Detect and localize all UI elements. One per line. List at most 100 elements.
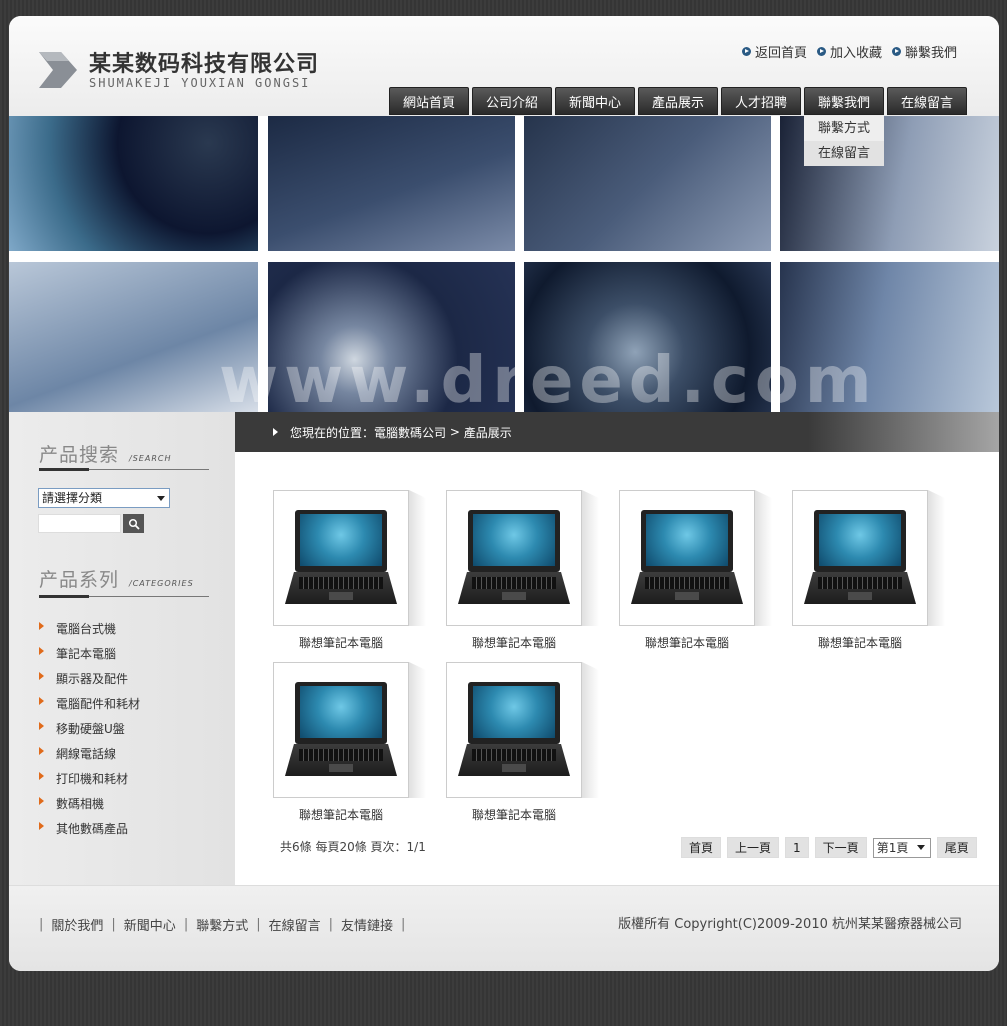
product-card[interactable]: 聯想筆記本電腦 bbox=[273, 662, 426, 822]
nav-item-home[interactable]: 網站首頁 bbox=[389, 87, 469, 115]
nav-item-about[interactable]: 公司介紹 bbox=[472, 87, 552, 115]
category-item[interactable]: 筆記本電腦 bbox=[39, 641, 140, 666]
banner-tile-headphones bbox=[9, 116, 258, 251]
page-frame: 某某数码科技有限公司 SHUMAKEJI YOUXIAN GONGSI 返回首頁… bbox=[9, 16, 999, 971]
arrow-bullet-icon bbox=[39, 821, 44, 830]
category-item[interactable]: 其他數碼產品 bbox=[39, 816, 140, 841]
section-title-cn: 产品搜索 bbox=[39, 444, 120, 466]
top-link-home[interactable]: 返回首頁 bbox=[741, 42, 807, 61]
submenu-item-message[interactable]: 在線留言 bbox=[804, 141, 884, 166]
category-label: 其他數碼產品 bbox=[56, 822, 129, 836]
watermark: www.dreed.com bbox=[219, 344, 878, 412]
nav-item-products[interactable]: 產品展示 bbox=[638, 87, 718, 115]
logo-subtitle: SHUMAKEJI YOUXIAN GONGSI bbox=[89, 76, 311, 90]
category-label: 打印機和耗材 bbox=[56, 772, 129, 786]
arrow-bullet-icon bbox=[39, 621, 44, 630]
footer-link-about[interactable]: 關於我們 bbox=[51, 915, 103, 934]
search-section-title: 产品搜索 /SEARCH bbox=[39, 440, 171, 467]
product-card[interactable]: 聯想筆記本電腦 bbox=[792, 490, 945, 650]
section-divider bbox=[39, 468, 209, 471]
pagination-info: 共6條 每頁20條 頁次：1/1 bbox=[280, 840, 426, 854]
category-item[interactable]: 數碼相機 bbox=[39, 791, 140, 816]
footer-separator: | bbox=[328, 917, 334, 932]
nav-item-jobs[interactable]: 人才招聘 bbox=[721, 87, 801, 115]
laptop-image bbox=[627, 508, 747, 608]
product-image bbox=[619, 490, 755, 626]
laptop-image bbox=[454, 508, 574, 608]
category-label: 筆記本電腦 bbox=[56, 647, 117, 661]
prev-page-button[interactable]: 上一頁 bbox=[727, 837, 780, 858]
category-label: 顯示器及配件 bbox=[56, 672, 129, 686]
nav-item-contact[interactable]: 聯繫我們 bbox=[804, 87, 884, 115]
search-icon bbox=[128, 518, 140, 530]
next-page-button[interactable]: 下一頁 bbox=[814, 837, 867, 858]
search-input[interactable] bbox=[38, 514, 121, 533]
breadcrumb-separator: > bbox=[446, 425, 464, 439]
category-item[interactable]: 電腦台式機 bbox=[39, 616, 140, 641]
product-name[interactable]: 聯想筆記本電腦 bbox=[273, 634, 409, 651]
laptop-image bbox=[454, 680, 574, 780]
product-card[interactable]: 聯想筆記本電腦 bbox=[446, 490, 599, 650]
product-name[interactable]: 聯想筆記本電腦 bbox=[273, 806, 409, 823]
top-links: 返回首頁 加入收藏 聯繫我們 bbox=[741, 42, 957, 61]
breadcrumb: 您現在的位置： 電腦數碼公司 > 產品展示 bbox=[235, 412, 999, 452]
footer-separator: | bbox=[183, 917, 189, 932]
breadcrumb-current: 產品展示 bbox=[463, 425, 512, 440]
product-name[interactable]: 聯想筆記本電腦 bbox=[792, 634, 928, 651]
nav-item-news[interactable]: 新聞中心 bbox=[555, 87, 635, 115]
pagination: 首頁 上一頁 1 下一頁 第1頁 尾頁 bbox=[681, 837, 977, 858]
submenu-item-contact-info[interactable]: 聯繫方式 bbox=[804, 116, 884, 141]
category-list: 電腦台式機 筆記本電腦 顯示器及配件 電腦配件和耗材 移動硬盤U盤 網線電話線 … bbox=[39, 616, 140, 841]
search-button[interactable] bbox=[123, 514, 144, 533]
arrow-bullet-icon bbox=[816, 47, 826, 56]
footer-separator: | bbox=[39, 917, 44, 932]
banner-tile-device-closeup bbox=[524, 116, 771, 251]
laptop-image bbox=[281, 508, 401, 608]
category-item[interactable]: 電腦配件和耗材 bbox=[39, 691, 140, 716]
laptop-image bbox=[281, 680, 401, 780]
laptop-image bbox=[800, 508, 920, 608]
product-image bbox=[273, 490, 409, 626]
product-image bbox=[273, 662, 409, 798]
logo-icon bbox=[39, 52, 77, 88]
first-page-button[interactable]: 首頁 bbox=[681, 837, 722, 858]
product-name[interactable]: 聯想筆記本電腦 bbox=[446, 806, 582, 823]
categories-section-title: 产品系列 /CATEGORIES bbox=[39, 565, 194, 592]
top-link-favorite[interactable]: 加入收藏 bbox=[816, 42, 882, 61]
footer-link-friends[interactable]: 友情鏈接 bbox=[341, 915, 393, 934]
footer-link-contact[interactable]: 聯繫方式 bbox=[196, 915, 248, 934]
product-card[interactable]: 聯想筆記本電腦 bbox=[273, 490, 426, 650]
category-label: 數碼相機 bbox=[56, 797, 105, 811]
product-image bbox=[446, 490, 582, 626]
arrow-bullet-icon bbox=[741, 47, 751, 56]
category-label: 電腦台式機 bbox=[56, 622, 117, 636]
category-item[interactable]: 顯示器及配件 bbox=[39, 666, 140, 691]
category-item[interactable]: 移動硬盤U盤 bbox=[39, 716, 140, 741]
play-arrow-icon bbox=[273, 428, 278, 436]
footer-separator: | bbox=[111, 917, 116, 932]
product-name[interactable]: 聯想筆記本電腦 bbox=[446, 634, 582, 651]
last-page-button[interactable]: 尾頁 bbox=[936, 837, 977, 858]
breadcrumb-site-link[interactable]: 電腦數碼公司 bbox=[374, 424, 446, 441]
category-select[interactable]: 請選擇分類 bbox=[38, 488, 170, 508]
main-nav: 網站首頁 公司介紹 新聞中心 產品展示 人才招聘 聯繫我們 在線留言 bbox=[389, 87, 967, 115]
category-item[interactable]: 打印機和耗材 bbox=[39, 766, 140, 791]
current-page-button[interactable]: 1 bbox=[785, 837, 809, 858]
banner-tile-device bbox=[268, 116, 515, 251]
category-item[interactable]: 網線電話線 bbox=[39, 741, 140, 766]
product-card[interactable]: 聯想筆記本電腦 bbox=[446, 662, 599, 822]
nav-item-message[interactable]: 在線留言 bbox=[887, 87, 967, 115]
product-card[interactable]: 聯想筆記本電腦 bbox=[619, 490, 772, 650]
page-select[interactable]: 第1頁 bbox=[872, 837, 931, 858]
chevron-down-icon bbox=[157, 496, 165, 501]
footer-link-news[interactable]: 新聞中心 bbox=[124, 915, 176, 934]
arrow-bullet-icon bbox=[39, 721, 44, 730]
section-divider bbox=[39, 595, 209, 598]
top-link-contact[interactable]: 聯繫我們 bbox=[891, 42, 957, 61]
product-name[interactable]: 聯想筆記本電腦 bbox=[619, 634, 755, 651]
footer-link-message[interactable]: 在線留言 bbox=[269, 915, 321, 934]
arrow-bullet-icon bbox=[39, 646, 44, 655]
arrow-bullet-icon bbox=[39, 671, 44, 680]
breadcrumb-prefix: 您現在的位置： bbox=[290, 425, 375, 440]
header: 某某数码科技有限公司 SHUMAKEJI YOUXIAN GONGSI 返回首頁… bbox=[9, 16, 999, 116]
